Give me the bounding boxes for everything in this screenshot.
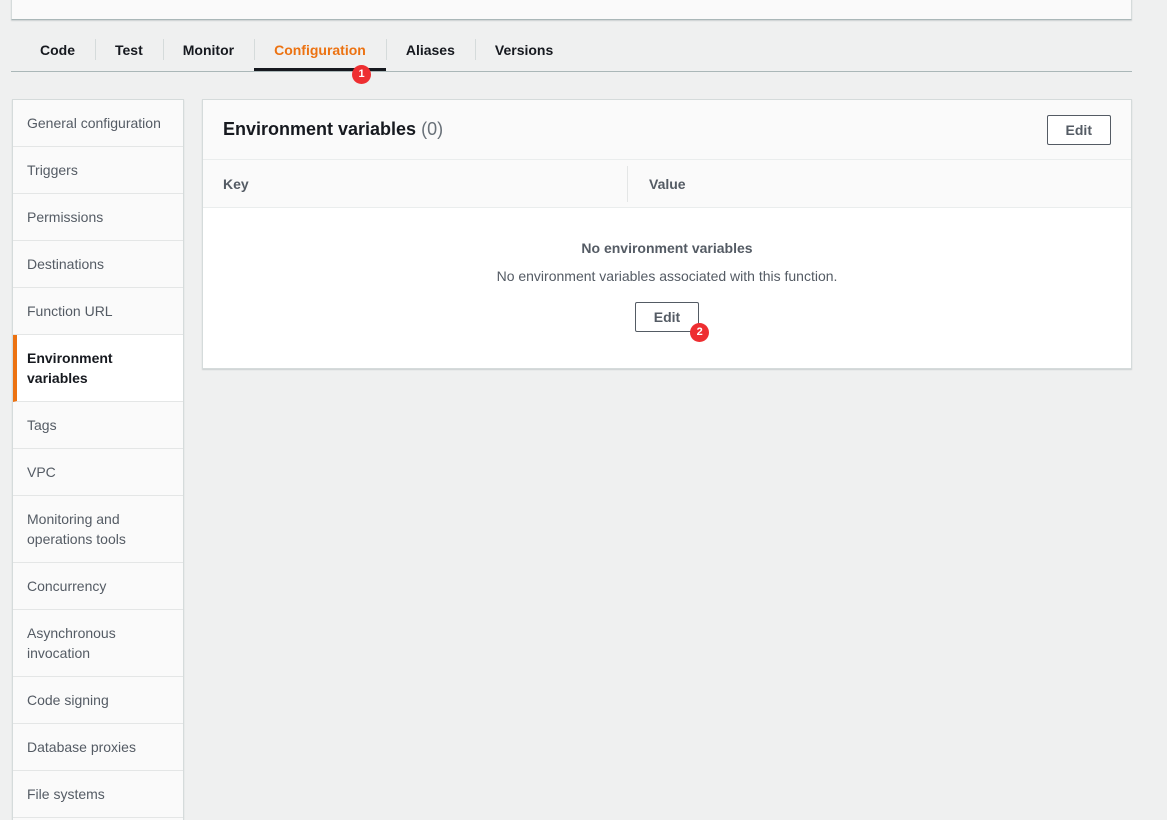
sidebar-item-concurrency[interactable]: Concurrency [13, 563, 183, 610]
sidebar-item-label: Database proxies [27, 739, 136, 755]
tab-bar: Code Test Monitor Configuration Aliases Versi… [11, 28, 1132, 73]
sidebar-item-label: Code signing [27, 692, 109, 708]
sidebar-item-label: Triggers [27, 162, 78, 178]
tab-monitor[interactable]: Monitor [162, 28, 254, 71]
sidebar-item-asynchronous-invocation[interactable]: Asynchronous invocation [13, 610, 183, 677]
edit-button-header[interactable]: Edit [1046, 114, 1111, 145]
panel-header: Environment variables (0) Edit [203, 100, 1131, 160]
empty-state-description: No environment variables associated with… [496, 268, 838, 284]
column-header-key: Key [223, 175, 249, 192]
table-header-row: Key Value [203, 160, 1131, 208]
sidebar-item-environment-variables[interactable]: Environment variables [13, 335, 183, 402]
sidebar-item-label: Destinations [27, 256, 105, 272]
sidebar-item-permissions[interactable]: Permissions [13, 194, 183, 241]
sidebar-item-label: VPC [27, 464, 56, 480]
sidebar-item-label: Concurrency [27, 578, 107, 594]
sidebar-item-database-proxies[interactable]: Database proxies [13, 724, 183, 771]
sidebar-item-vpc[interactable]: VPC [13, 449, 183, 496]
sidebar-item-triggers[interactable]: Triggers [13, 147, 183, 194]
sidebar-item-function-url[interactable]: Function URL [13, 288, 183, 335]
previous-panel-stub [11, 0, 1132, 20]
sidebar-item-label: Asynchronous invocation [27, 625, 116, 661]
page-root: Code Test Monitor Configuration Aliases Versi… [0, 0, 1167, 820]
tab-label: Versions [494, 41, 554, 58]
configuration-sidebar: General configuration Triggers Permissions… [12, 99, 184, 820]
tab-label: Code [40, 41, 75, 58]
sidebar-item-destinations[interactable]: Destinations [13, 241, 183, 288]
annotation-badge-1: 1 [352, 65, 371, 84]
tab-test[interactable]: Test [95, 28, 163, 71]
sidebar-item-monitoring-and-operations-tools[interactable]: Monitoring and operations tools [13, 496, 183, 563]
sidebar-item-tags[interactable]: Tags [13, 402, 183, 449]
sidebar-item-label: Function URL [27, 303, 113, 319]
empty-state: No environment variables No environment … [203, 208, 1131, 368]
tab-label: Configuration [274, 41, 366, 58]
tab-versions[interactable]: Versions [474, 28, 573, 71]
sidebar-item-code-signing[interactable]: Code signing [13, 677, 183, 724]
edit-button-empty-state[interactable]: Edit [634, 302, 700, 332]
empty-state-title: No environment variables [581, 240, 753, 256]
panel-title-text: Environment variables [223, 119, 417, 139]
sidebar-item-label: General configuration [27, 115, 161, 131]
tab-configuration[interactable]: Configuration [254, 28, 386, 71]
page-title: Environment variables (0) [223, 119, 443, 140]
empty-state-action-wrap: Edit 2 [634, 302, 710, 342]
sidebar-item-label: Permissions [27, 209, 104, 225]
tab-code[interactable]: Code [20, 28, 95, 71]
tab-label: Aliases [405, 41, 455, 58]
tab-label: Test [115, 41, 143, 58]
annotation-badge-2: 2 [690, 323, 710, 342]
tab-aliases[interactable]: Aliases [385, 28, 475, 71]
sidebar-item-general-configuration[interactable]: General configuration [13, 100, 183, 147]
sidebar-item-label: Environment variables [27, 350, 113, 386]
environment-variables-panel: Environment variables (0) Edit Key Value… [202, 99, 1132, 369]
sidebar-item-label: File systems [27, 786, 105, 802]
column-header-value: Value [627, 165, 686, 202]
sidebar-item-file-systems[interactable]: File systems [13, 771, 183, 818]
tab-bar-divider [11, 71, 1132, 72]
sidebar-item-label: Tags [27, 417, 57, 433]
tab-list: Code Test Monitor Configuration Aliases Versi… [11, 28, 1132, 71]
panel-item-count: (0) [421, 119, 444, 139]
tab-label: Monitor [182, 41, 235, 58]
sidebar-item-label: Monitoring and operations tools [27, 511, 126, 547]
